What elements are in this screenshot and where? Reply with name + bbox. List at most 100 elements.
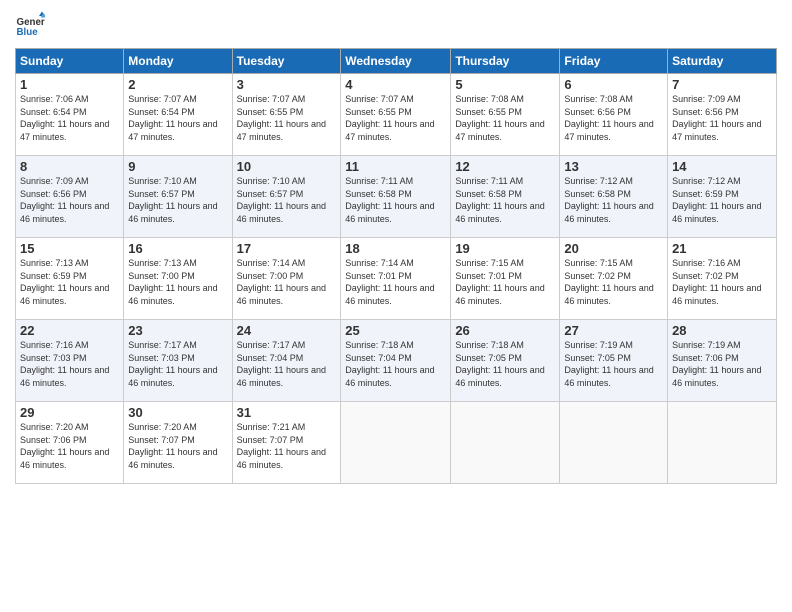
day-number: 15 xyxy=(20,241,119,256)
header: General Blue xyxy=(15,10,777,40)
logo: General Blue xyxy=(15,10,45,40)
day-info: Sunrise: 7:15 AMSunset: 7:01 PMDaylight:… xyxy=(455,258,544,306)
calendar-cell: 29 Sunrise: 7:20 AMSunset: 7:06 PMDaylig… xyxy=(16,402,124,484)
day-number: 20 xyxy=(564,241,663,256)
day-info: Sunrise: 7:09 AMSunset: 6:56 PMDaylight:… xyxy=(20,176,109,224)
calendar-cell: 17 Sunrise: 7:14 AMSunset: 7:00 PMDaylig… xyxy=(232,238,341,320)
day-info: Sunrise: 7:16 AMSunset: 7:03 PMDaylight:… xyxy=(20,340,109,388)
day-number: 2 xyxy=(128,77,227,92)
calendar-week-1: 1 Sunrise: 7:06 AMSunset: 6:54 PMDayligh… xyxy=(16,74,777,156)
day-header-sunday: Sunday xyxy=(16,49,124,74)
day-number: 13 xyxy=(564,159,663,174)
day-number: 31 xyxy=(237,405,337,420)
day-header-wednesday: Wednesday xyxy=(341,49,451,74)
day-header-thursday: Thursday xyxy=(451,49,560,74)
calendar-cell: 12 Sunrise: 7:11 AMSunset: 6:58 PMDaylig… xyxy=(451,156,560,238)
day-info: Sunrise: 7:08 AMSunset: 6:55 PMDaylight:… xyxy=(455,94,544,142)
day-number: 26 xyxy=(455,323,555,338)
day-number: 16 xyxy=(128,241,227,256)
day-info: Sunrise: 7:14 AMSunset: 7:00 PMDaylight:… xyxy=(237,258,326,306)
calendar-cell: 8 Sunrise: 7:09 AMSunset: 6:56 PMDayligh… xyxy=(16,156,124,238)
calendar-cell xyxy=(668,402,777,484)
day-header-saturday: Saturday xyxy=(668,49,777,74)
calendar-table: SundayMondayTuesdayWednesdayThursdayFrid… xyxy=(15,48,777,484)
day-number: 8 xyxy=(20,159,119,174)
calendar-cell: 30 Sunrise: 7:20 AMSunset: 7:07 PMDaylig… xyxy=(124,402,232,484)
calendar-cell: 21 Sunrise: 7:16 AMSunset: 7:02 PMDaylig… xyxy=(668,238,777,320)
calendar-cell: 31 Sunrise: 7:21 AMSunset: 7:07 PMDaylig… xyxy=(232,402,341,484)
calendar-week-2: 8 Sunrise: 7:09 AMSunset: 6:56 PMDayligh… xyxy=(16,156,777,238)
calendar-cell: 15 Sunrise: 7:13 AMSunset: 6:59 PMDaylig… xyxy=(16,238,124,320)
calendar-cell: 19 Sunrise: 7:15 AMSunset: 7:01 PMDaylig… xyxy=(451,238,560,320)
day-number: 17 xyxy=(237,241,337,256)
day-info: Sunrise: 7:20 AMSunset: 7:06 PMDaylight:… xyxy=(20,422,109,470)
day-info: Sunrise: 7:11 AMSunset: 6:58 PMDaylight:… xyxy=(345,176,434,224)
day-info: Sunrise: 7:06 AMSunset: 6:54 PMDaylight:… xyxy=(20,94,109,142)
day-info: Sunrise: 7:07 AMSunset: 6:55 PMDaylight:… xyxy=(345,94,434,142)
calendar-cell: 22 Sunrise: 7:16 AMSunset: 7:03 PMDaylig… xyxy=(16,320,124,402)
calendar-header-row: SundayMondayTuesdayWednesdayThursdayFrid… xyxy=(16,49,777,74)
calendar-week-3: 15 Sunrise: 7:13 AMSunset: 6:59 PMDaylig… xyxy=(16,238,777,320)
calendar-cell: 16 Sunrise: 7:13 AMSunset: 7:00 PMDaylig… xyxy=(124,238,232,320)
logo-icon: General Blue xyxy=(15,10,45,40)
day-number: 11 xyxy=(345,159,446,174)
calendar-cell: 10 Sunrise: 7:10 AMSunset: 6:57 PMDaylig… xyxy=(232,156,341,238)
day-header-tuesday: Tuesday xyxy=(232,49,341,74)
day-info: Sunrise: 7:15 AMSunset: 7:02 PMDaylight:… xyxy=(564,258,653,306)
day-number: 9 xyxy=(128,159,227,174)
day-number: 10 xyxy=(237,159,337,174)
day-number: 27 xyxy=(564,323,663,338)
day-info: Sunrise: 7:08 AMSunset: 6:56 PMDaylight:… xyxy=(564,94,653,142)
calendar-cell: 23 Sunrise: 7:17 AMSunset: 7:03 PMDaylig… xyxy=(124,320,232,402)
calendar-week-4: 22 Sunrise: 7:16 AMSunset: 7:03 PMDaylig… xyxy=(16,320,777,402)
calendar-cell: 14 Sunrise: 7:12 AMSunset: 6:59 PMDaylig… xyxy=(668,156,777,238)
day-info: Sunrise: 7:20 AMSunset: 7:07 PMDaylight:… xyxy=(128,422,217,470)
calendar-page: General Blue SundayMondayTuesdayWednesda… xyxy=(0,0,792,612)
calendar-cell: 18 Sunrise: 7:14 AMSunset: 7:01 PMDaylig… xyxy=(341,238,451,320)
day-info: Sunrise: 7:09 AMSunset: 6:56 PMDaylight:… xyxy=(672,94,761,142)
calendar-cell: 28 Sunrise: 7:19 AMSunset: 7:06 PMDaylig… xyxy=(668,320,777,402)
day-info: Sunrise: 7:16 AMSunset: 7:02 PMDaylight:… xyxy=(672,258,761,306)
day-number: 3 xyxy=(237,77,337,92)
day-number: 21 xyxy=(672,241,772,256)
calendar-cell: 9 Sunrise: 7:10 AMSunset: 6:57 PMDayligh… xyxy=(124,156,232,238)
day-number: 18 xyxy=(345,241,446,256)
day-number: 6 xyxy=(564,77,663,92)
day-number: 23 xyxy=(128,323,227,338)
day-header-friday: Friday xyxy=(560,49,668,74)
calendar-cell: 24 Sunrise: 7:17 AMSunset: 7:04 PMDaylig… xyxy=(232,320,341,402)
day-info: Sunrise: 7:14 AMSunset: 7:01 PMDaylight:… xyxy=(345,258,434,306)
calendar-cell: 20 Sunrise: 7:15 AMSunset: 7:02 PMDaylig… xyxy=(560,238,668,320)
calendar-cell xyxy=(451,402,560,484)
day-number: 5 xyxy=(455,77,555,92)
calendar-cell: 7 Sunrise: 7:09 AMSunset: 6:56 PMDayligh… xyxy=(668,74,777,156)
calendar-cell: 26 Sunrise: 7:18 AMSunset: 7:05 PMDaylig… xyxy=(451,320,560,402)
day-number: 29 xyxy=(20,405,119,420)
day-info: Sunrise: 7:10 AMSunset: 6:57 PMDaylight:… xyxy=(128,176,217,224)
day-info: Sunrise: 7:21 AMSunset: 7:07 PMDaylight:… xyxy=(237,422,326,470)
day-info: Sunrise: 7:17 AMSunset: 7:03 PMDaylight:… xyxy=(128,340,217,388)
day-number: 19 xyxy=(455,241,555,256)
day-number: 12 xyxy=(455,159,555,174)
calendar-cell: 3 Sunrise: 7:07 AMSunset: 6:55 PMDayligh… xyxy=(232,74,341,156)
calendar-cell xyxy=(560,402,668,484)
day-info: Sunrise: 7:17 AMSunset: 7:04 PMDaylight:… xyxy=(237,340,326,388)
day-info: Sunrise: 7:19 AMSunset: 7:05 PMDaylight:… xyxy=(564,340,653,388)
day-info: Sunrise: 7:11 AMSunset: 6:58 PMDaylight:… xyxy=(455,176,544,224)
svg-text:Blue: Blue xyxy=(17,27,39,38)
day-info: Sunrise: 7:18 AMSunset: 7:04 PMDaylight:… xyxy=(345,340,434,388)
day-number: 30 xyxy=(128,405,227,420)
day-number: 14 xyxy=(672,159,772,174)
day-number: 25 xyxy=(345,323,446,338)
day-number: 24 xyxy=(237,323,337,338)
calendar-cell: 11 Sunrise: 7:11 AMSunset: 6:58 PMDaylig… xyxy=(341,156,451,238)
calendar-cell: 5 Sunrise: 7:08 AMSunset: 6:55 PMDayligh… xyxy=(451,74,560,156)
calendar-cell xyxy=(341,402,451,484)
day-info: Sunrise: 7:10 AMSunset: 6:57 PMDaylight:… xyxy=(237,176,326,224)
day-info: Sunrise: 7:13 AMSunset: 7:00 PMDaylight:… xyxy=(128,258,217,306)
day-number: 4 xyxy=(345,77,446,92)
day-info: Sunrise: 7:07 AMSunset: 6:54 PMDaylight:… xyxy=(128,94,217,142)
day-number: 1 xyxy=(20,77,119,92)
calendar-cell: 25 Sunrise: 7:18 AMSunset: 7:04 PMDaylig… xyxy=(341,320,451,402)
day-info: Sunrise: 7:12 AMSunset: 6:58 PMDaylight:… xyxy=(564,176,653,224)
